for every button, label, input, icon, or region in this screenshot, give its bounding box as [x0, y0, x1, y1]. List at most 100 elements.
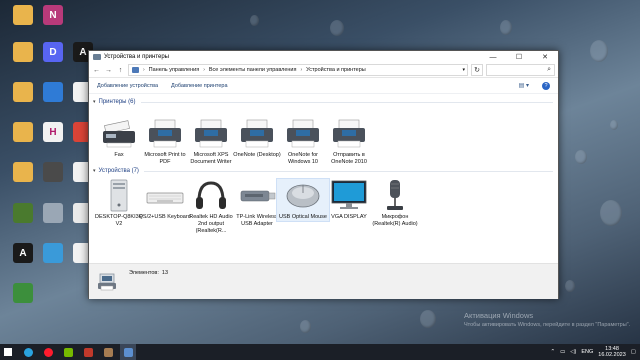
system-tray: ⌃ ▭ ◁) ENG 13:48 16.02.2023 ▢: [550, 344, 636, 360]
desktop-icon[interactable]: [4, 283, 42, 303]
device-label: Microsoft XPS Document Writer: [190, 152, 232, 165]
desktop-icon[interactable]: N: [34, 5, 72, 25]
notifications-icon[interactable]: ▢: [631, 349, 636, 355]
desktop-icon-image: [43, 203, 63, 223]
back-arrow-icon[interactable]: ←: [92, 67, 101, 74]
up-arrow-icon[interactable]: ↑: [116, 67, 125, 74]
printer-device[interactable]: Отправить в OneNote 2010: [323, 117, 375, 166]
devices-group-header[interactable]: ▾ Устройства (7): [93, 168, 553, 174]
printer-device[interactable]: Microsoft Print to PDF: [139, 117, 191, 166]
device-label: TP-Link Wireless USB Adapter: [236, 214, 278, 227]
add-printer-button[interactable]: Добавление принтера: [171, 83, 227, 89]
tray-chevron-icon[interactable]: ⌃: [550, 349, 555, 355]
item-count: Элементов: 13: [129, 270, 168, 276]
breadcrumb-all-items[interactable]: Все элементы панели управления: [209, 67, 297, 73]
desktop-icon-image: [13, 42, 33, 62]
computer-icon: [99, 179, 139, 212]
window-title: Устройства и принтеры: [104, 54, 169, 60]
printer-icon: [145, 117, 185, 150]
devices-status-icon: [97, 271, 119, 293]
device-label: Отправить в OneNote 2010: [331, 152, 367, 165]
refresh-button[interactable]: ↻: [471, 64, 483, 76]
clock-date: 16.02.2023: [598, 352, 626, 358]
printer-device[interactable]: Microsoft XPS Document Writer: [185, 117, 237, 166]
mouse-icon: [283, 179, 323, 212]
status-bar: Элементов: 13: [89, 263, 558, 299]
keyboard-device[interactable]: PS/2+USB Keyboard: [139, 179, 191, 221]
forward-arrow-icon[interactable]: →: [104, 67, 113, 74]
breadcrumb-control-panel[interactable]: Панель управления: [149, 67, 200, 73]
clock[interactable]: 13:48 16.02.2023: [598, 346, 626, 358]
monitor-device[interactable]: VGA DISPLAY: [323, 179, 375, 221]
desktop-icon-image: [13, 162, 33, 182]
activation-watermark: Активация Windows Чтобы активировать Win…: [464, 311, 630, 328]
desktop-icon-image: [43, 82, 63, 102]
printer-device[interactable]: OneNote (Desktop): [231, 117, 283, 159]
microphone-device[interactable]: Микрофон (Realtek(R) Audio): [369, 179, 421, 228]
address-bar[interactable]: › Панель управления › Все элементы панел…: [128, 64, 468, 76]
search-icon: ⌕: [547, 66, 551, 73]
fax-device[interactable]: Fax: [93, 117, 145, 159]
search-input[interactable]: ⌕: [486, 64, 555, 76]
printers-group-header[interactable]: ▾ Принтеры (6): [93, 99, 553, 105]
desktop-icon-image: H: [43, 122, 63, 142]
language-indicator[interactable]: ENG: [581, 349, 593, 355]
usb-adapter-device[interactable]: TP-Link Wireless USB Adapter: [231, 179, 283, 228]
computer-device[interactable]: DESKTOP-Q8KI3Q V2: [93, 179, 145, 228]
title-bar: Устройства и принтеры — ☐ ✕: [89, 51, 558, 63]
device-label: USB Optical Mouse: [279, 214, 327, 220]
usb-adapter-icon: [237, 179, 277, 212]
item-count-value: 13: [161, 270, 169, 276]
device-label: VGA DISPLAY: [331, 214, 367, 220]
watermark-title: Активация Windows: [464, 311, 534, 320]
desktop-icon-image: [13, 5, 33, 25]
control-panel-taskbar-icon[interactable]: [120, 344, 136, 360]
device-label: Микрофон (Realtek(R) Audio): [372, 214, 418, 227]
control-panel-icon: [132, 67, 139, 73]
package-icon[interactable]: [100, 344, 116, 360]
printer-device[interactable]: OneNote for Windows 10: [277, 117, 329, 166]
monitor-icon: [329, 179, 369, 212]
breadcrumb-devices-printers[interactable]: Устройства и принтеры: [306, 67, 366, 73]
desktop-icon-image: N: [43, 5, 63, 25]
desktop-icon-image: A: [13, 243, 33, 263]
address-dropdown-icon[interactable]: ▾: [462, 67, 467, 73]
device-label: DESKTOP-Q8KI3Q V2: [95, 214, 143, 227]
desktop-icon-image: [43, 162, 63, 182]
devices-printers-window: Устройства и принтеры — ☐ ✕ ← → ↑ › Пане…: [88, 50, 559, 299]
nvidia-icon[interactable]: [60, 344, 76, 360]
minimize-button[interactable]: —: [480, 51, 506, 63]
device-label: OneNote for Windows 10: [288, 152, 318, 165]
window-icon: [93, 54, 101, 60]
microphone-icon: [375, 179, 415, 212]
opera-icon[interactable]: [40, 344, 56, 360]
desktop-icon-image: [13, 82, 33, 102]
help-button[interactable]: ?: [542, 81, 550, 90]
device-label: PS/2+USB Keyboard: [139, 214, 191, 220]
collapse-chevron-icon[interactable]: ▾: [93, 168, 96, 174]
network-icon[interactable]: ▭: [560, 349, 565, 355]
start-button[interactable]: [0, 344, 16, 360]
desktop-icon-image: [43, 243, 63, 263]
add-device-button[interactable]: Добавление устройства: [97, 83, 158, 89]
telegram-icon[interactable]: [20, 344, 36, 360]
collapse-chevron-icon[interactable]: ▾: [93, 99, 96, 105]
navigation-bar: ← → ↑ › Панель управления › Все элементы…: [89, 63, 558, 78]
keyboard-icon: [145, 179, 185, 212]
device-label: Realtek HD Audio 2nd output (Realtek(R..…: [189, 214, 233, 234]
item-count-label: Элементов:: [129, 270, 159, 276]
device-label: Microsoft Print to PDF: [144, 152, 186, 165]
volume-icon[interactable]: ◁): [570, 349, 576, 355]
printers-group-label: Принтеры (6): [98, 99, 136, 105]
printer-icon: [237, 117, 277, 150]
app-icon[interactable]: [80, 344, 96, 360]
headphones-device[interactable]: Realtek HD Audio 2nd output (Realtek(R..…: [185, 179, 237, 235]
maximize-button[interactable]: ☐: [506, 51, 532, 63]
mouse-device[interactable]: USB Optical Mouse: [276, 178, 330, 222]
close-button[interactable]: ✕: [532, 51, 558, 63]
fax-icon: [99, 117, 139, 150]
view-options-icon[interactable]: ▤ ▾: [519, 82, 529, 89]
desktop-icon-image: [13, 283, 33, 303]
headphones-icon: [191, 179, 231, 212]
device-label: OneNote (Desktop): [233, 152, 281, 158]
